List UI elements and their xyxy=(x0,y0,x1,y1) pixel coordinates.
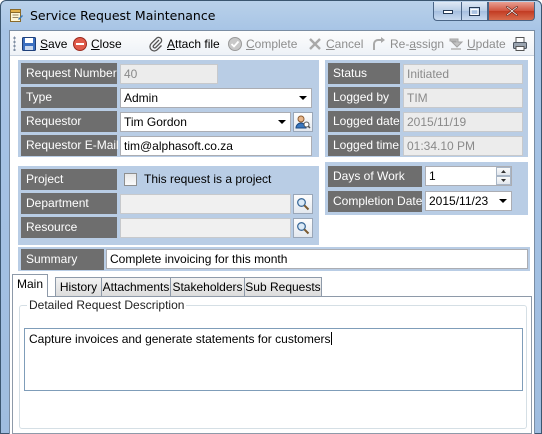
attach-file-button[interactable]: Attach file xyxy=(148,34,220,53)
completion-date-label: Completion Date xyxy=(328,191,422,212)
complete-button[interactable]: Complete xyxy=(227,34,297,53)
tab-sub-requests[interactable]: Sub Requests xyxy=(244,277,322,296)
user-search-icon xyxy=(295,115,311,129)
requestor-email-field[interactable]: tim@alphasoft.co.za xyxy=(120,136,312,156)
chevron-down-icon[interactable] xyxy=(499,199,507,203)
department-label: Department xyxy=(21,193,117,214)
window-close-icon xyxy=(505,6,518,16)
logged-time-field: 01:34.10 PM xyxy=(403,136,523,156)
summary-label: Summary xyxy=(21,249,104,270)
tab-main[interactable]: Main xyxy=(12,274,48,297)
toolbar: Save Close Attach file Complete Cancel R… xyxy=(10,31,534,56)
resource-field[interactable] xyxy=(120,218,291,238)
requestor-value: Tim Gordon xyxy=(124,115,187,129)
logged-date-label: Logged date xyxy=(328,111,400,132)
reassign-button[interactable]: Re-assign xyxy=(371,34,444,53)
resource-label: Resource xyxy=(21,217,117,238)
title-bar[interactable]: Service Request Maintenance xyxy=(1,1,541,29)
type-label: Type xyxy=(21,87,117,108)
attach-file-label: Attach file xyxy=(167,36,220,51)
close-button[interactable]: Close xyxy=(72,34,122,53)
close-circle-icon xyxy=(73,36,87,51)
detailed-description-textarea[interactable]: Capture invoices and generate statements… xyxy=(24,328,523,391)
status-field: Initiated xyxy=(403,64,523,84)
toolbar-grip[interactable] xyxy=(13,36,16,51)
tab-attachments[interactable]: Attachments xyxy=(101,277,171,296)
check-circle-icon xyxy=(228,36,242,51)
minimize-button[interactable] xyxy=(433,2,461,21)
department-field[interactable] xyxy=(120,194,291,214)
requestor-select[interactable]: Tim Gordon xyxy=(120,112,291,132)
schedule-panel: Days of Work 1 Completion Date 2015/11/2… xyxy=(325,162,528,215)
print-button[interactable] xyxy=(512,34,528,53)
update-icon xyxy=(449,38,464,50)
service-request-window: Service Request Maintenance Save Close A… xyxy=(0,0,542,434)
chevron-down-icon xyxy=(501,179,506,182)
requestor-email-label: Requestor E-Mail xyxy=(21,135,119,156)
text-caret xyxy=(330,332,332,345)
tab-history[interactable]: History xyxy=(55,277,102,296)
logged-by-label: Logged by xyxy=(328,87,400,108)
days-spinner[interactable] xyxy=(496,167,511,185)
reassign-label: Re-assign xyxy=(390,36,445,51)
close-label: Close xyxy=(91,36,122,51)
completion-date-picker[interactable]: 2015/11/23 xyxy=(425,191,512,211)
request-number-field: 40 xyxy=(120,64,218,84)
paperclip-icon xyxy=(149,36,163,52)
requestor-label: Requestor xyxy=(21,111,117,132)
detailed-description-text: Capture invoices and generate statements… xyxy=(29,332,331,346)
department-search-button[interactable] xyxy=(293,194,313,214)
save-icon xyxy=(22,36,36,51)
completion-date-value: 2015/11/23 xyxy=(429,194,489,208)
status-label: Status xyxy=(328,63,400,84)
save-button[interactable]: Save xyxy=(21,34,67,53)
window-close-button[interactable] xyxy=(488,2,535,21)
project-label: Project xyxy=(21,169,117,190)
logged-by-field: TIM xyxy=(403,88,523,108)
minimize-icon xyxy=(442,10,453,14)
magnifier-icon xyxy=(297,222,310,235)
type-select[interactable]: Admin xyxy=(120,88,312,108)
tab-stakeholders[interactable]: Stakeholders xyxy=(170,277,245,296)
project-checkbox-label[interactable]: This request is a project xyxy=(144,172,271,186)
request-panel: Request Number 40 Type Admin Requestor T… xyxy=(18,60,319,157)
cancel-button[interactable]: Cancel xyxy=(307,34,363,53)
reassign-arrow-icon xyxy=(373,36,385,50)
summary-field[interactable]: Complete invoicing for this month xyxy=(106,249,528,269)
group-title: Detailed Request Description xyxy=(27,298,187,312)
notepad-app-icon xyxy=(10,9,23,22)
main-tab-panel: Capture invoices and generate statements… xyxy=(12,296,532,434)
maximize-icon xyxy=(469,6,480,16)
spin-down-button[interactable] xyxy=(496,176,511,185)
printer-icon xyxy=(513,36,527,51)
detailed-description-group: Capture invoices and generate statements… xyxy=(19,305,527,429)
logged-date-field: 2015/11/19 xyxy=(403,112,523,132)
update-button[interactable]: Update xyxy=(448,34,506,53)
save-label: Save xyxy=(40,36,68,51)
chevron-down-icon[interactable] xyxy=(299,96,307,100)
resource-search-button[interactable] xyxy=(293,218,313,238)
spin-up-button[interactable] xyxy=(496,167,511,176)
cancel-label: Cancel xyxy=(326,36,364,51)
magnifier-icon xyxy=(297,198,310,211)
maximize-button[interactable] xyxy=(461,2,488,21)
logged-time-label: Logged time xyxy=(328,135,400,156)
days-of-work-label: Days of Work xyxy=(328,166,422,187)
project-checkbox[interactable] xyxy=(124,173,137,186)
window-title: Service Request Maintenance xyxy=(30,8,216,23)
chevron-down-icon[interactable] xyxy=(278,120,286,124)
summary-panel: Summary Complete invoicing for this mont… xyxy=(18,247,530,271)
user-lookup-button[interactable] xyxy=(293,112,313,132)
update-label: Update xyxy=(467,36,506,51)
type-value: Admin xyxy=(124,91,159,105)
project-panel: Project This request is a project Depart… xyxy=(18,166,319,245)
chevron-up-icon xyxy=(501,170,506,173)
complete-label: Complete xyxy=(246,36,298,51)
status-panel: Status Initiated Logged by TIM Logged da… xyxy=(325,60,528,157)
window-client-area: Save Close Attach file Complete Cancel R… xyxy=(9,30,535,434)
request-number-label: Request Number xyxy=(21,63,117,84)
x-icon xyxy=(309,37,321,50)
